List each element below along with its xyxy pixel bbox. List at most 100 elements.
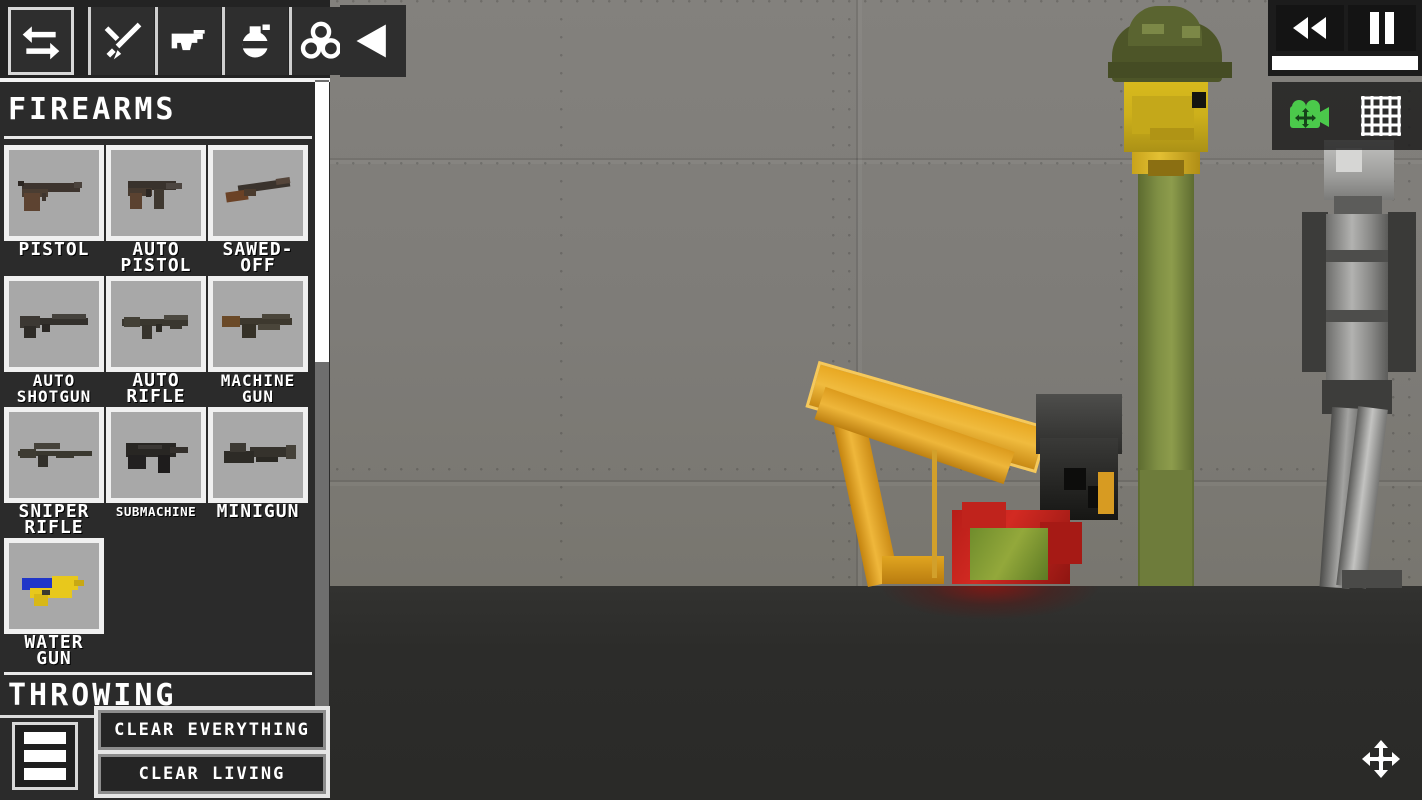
weapon-cell-water-gun[interactable]: WATER GUN <box>4 538 104 669</box>
section-header-firearms: FIREARMS <box>0 85 312 135</box>
soldier-mouth <box>1150 128 1194 140</box>
weapon-label-water-gun: WATER GUN <box>24 632 84 669</box>
game-screen: FIREARMS PISTOL AUTO PISTOL SAWED- OFF A… <box>0 0 1422 800</box>
pause-icon <box>1370 12 1394 44</box>
gore-green <box>970 528 1048 580</box>
soldier-helmet-highlight-right <box>1182 26 1200 38</box>
weapon-cell-submachine[interactable]: SUBMACHINE <box>106 407 206 520</box>
soldier-eye <box>1192 92 1206 108</box>
soldier-leg <box>1140 470 1192 586</box>
firearms-title: FIREARMS <box>8 92 177 127</box>
toolbar-button-melee[interactable] <box>88 7 154 75</box>
auto-pistol-icon <box>128 181 182 209</box>
weapon-label-machine-gun: MACHINE GUN <box>220 371 296 406</box>
weapon-label-auto-pistol: AUTO PISTOL <box>120 239 192 276</box>
grenade-icon <box>241 24 270 58</box>
soldier-helmet-highlight-left <box>1142 24 1164 34</box>
sidebar-scrollbar-thumb[interactable] <box>315 82 329 362</box>
timeline-slider[interactable] <box>1272 56 1418 70</box>
armored-arm-left <box>1302 212 1328 372</box>
weapon-tile-pistol[interactable] <box>4 145 104 241</box>
clear-everything-button[interactable]: CLEAR EVERYTHING <box>98 710 326 750</box>
weapon-tile-sawed-off[interactable] <box>208 145 308 241</box>
weapon-label-auto-shotgun: AUTO SHOTGUN <box>16 371 92 406</box>
ragdoll-tether <box>932 450 937 578</box>
weapon-tile-auto-pistol[interactable] <box>106 145 206 241</box>
menu-icon-bar-2 <box>24 750 66 762</box>
left-triangle-icon <box>356 24 386 58</box>
weapon-cell-sniper-rifle[interactable]: SNIPER RIFLE <box>4 407 104 538</box>
menu-icon-bar-1 <box>24 732 66 744</box>
orange-ragdoll[interactable] <box>805 360 1132 590</box>
weapon-cell-auto-pistol[interactable]: AUTO PISTOL <box>106 145 206 276</box>
weapon-tile-submachine[interactable] <box>106 407 206 503</box>
armored-head-highlight <box>1336 148 1362 172</box>
category-toolbar <box>0 0 349 82</box>
sawed-off-icon <box>225 177 291 203</box>
pause-button[interactable] <box>1348 5 1416 51</box>
rewind-icon <box>1293 17 1326 39</box>
weapon-label-minigun: MINIGUN <box>216 501 300 522</box>
auto-shotgun-icon <box>20 314 88 338</box>
firearms-divider <box>4 136 312 139</box>
left-sidebar: FIREARMS PISTOL AUTO PISTOL SAWED- OFF A… <box>0 0 349 800</box>
toolbar-button-swap[interactable] <box>8 7 74 75</box>
toolbar-underline <box>0 78 330 82</box>
armored-band-upper <box>1326 250 1388 262</box>
armored-character[interactable] <box>1300 140 1422 589</box>
auto-rifle-icon <box>122 315 188 339</box>
pistol-icon <box>18 181 82 211</box>
view-controls-panel <box>1272 82 1422 150</box>
weapon-tile-minigun[interactable] <box>208 407 308 503</box>
toolbar-button-throwing[interactable] <box>222 7 288 75</box>
weapon-cell-sawed-off[interactable]: SAWED- OFF <box>208 145 308 276</box>
minigun-icon <box>224 443 296 463</box>
soldier-belt-buckle <box>1148 160 1184 176</box>
ragdoll-dark-pixel-a <box>1064 468 1086 490</box>
melee-icon <box>104 22 141 60</box>
sniper-rifle-icon <box>18 443 92 467</box>
weapon-tile-sniper-rifle[interactable] <box>4 407 104 503</box>
weapon-cell-machine-gun[interactable]: MACHINE GUN <box>208 276 308 405</box>
ragdoll-amber-pixel <box>1098 472 1114 514</box>
firearms-icon <box>171 30 205 51</box>
camera-move-icon <box>1290 100 1329 128</box>
move-cursor[interactable] <box>1358 736 1404 782</box>
water-gun-icon <box>22 576 84 606</box>
armored-foot <box>1342 570 1402 588</box>
clear-buttons-panel: CLEAR EVERYTHING CLEAR LIVING <box>94 706 330 798</box>
grid-icon <box>1361 96 1401 136</box>
weapon-label-auto-rifle: AUTO RIFLE <box>126 370 186 407</box>
toolbar-button-firearms[interactable] <box>155 7 221 75</box>
rewind-button[interactable] <box>1276 5 1344 51</box>
back-button[interactable] <box>340 5 406 77</box>
weapon-label-pistol: PISTOL <box>18 239 90 260</box>
submachine-icon <box>126 443 188 473</box>
move-arrows-icon <box>1362 740 1400 778</box>
menu-button[interactable] <box>12 722 78 790</box>
weapon-cell-pistol[interactable]: PISTOL <box>4 145 104 260</box>
machine-gun-icon <box>222 314 292 338</box>
armored-arm-right <box>1388 212 1416 372</box>
weapon-cell-auto-rifle[interactable]: AUTO RIFLE <box>106 276 206 407</box>
weapon-label-sawed-off: SAWED- OFF <box>222 239 294 276</box>
armored-torso <box>1326 214 1388 386</box>
soldier-helmet-brim <box>1108 62 1232 78</box>
weapon-tile-water-gun[interactable] <box>4 538 104 634</box>
swap-icon <box>22 26 60 60</box>
menu-icon-bar-3 <box>24 768 66 780</box>
weapon-tile-auto-rifle[interactable] <box>106 276 206 372</box>
weapon-cell-minigun[interactable]: MINIGUN <box>208 407 308 522</box>
blood-splatter <box>880 586 1100 658</box>
camera-move-button[interactable] <box>1278 92 1340 140</box>
gore-red-top <box>962 502 1006 528</box>
armored-band-lower <box>1326 310 1388 322</box>
weapon-cell-auto-shotgun[interactable]: AUTO SHOTGUN <box>4 276 104 405</box>
clear-living-button[interactable]: CLEAR LIVING <box>98 754 326 794</box>
weapon-tile-machine-gun[interactable] <box>208 276 308 372</box>
weapon-label-sniper-rifle: SNIPER RIFLE <box>18 501 90 538</box>
grid-toggle-button[interactable] <box>1350 92 1412 140</box>
weapon-label-submachine: SUBMACHINE <box>115 504 197 519</box>
biohazard-icon <box>300 21 341 59</box>
weapon-tile-auto-shotgun[interactable] <box>4 276 104 372</box>
